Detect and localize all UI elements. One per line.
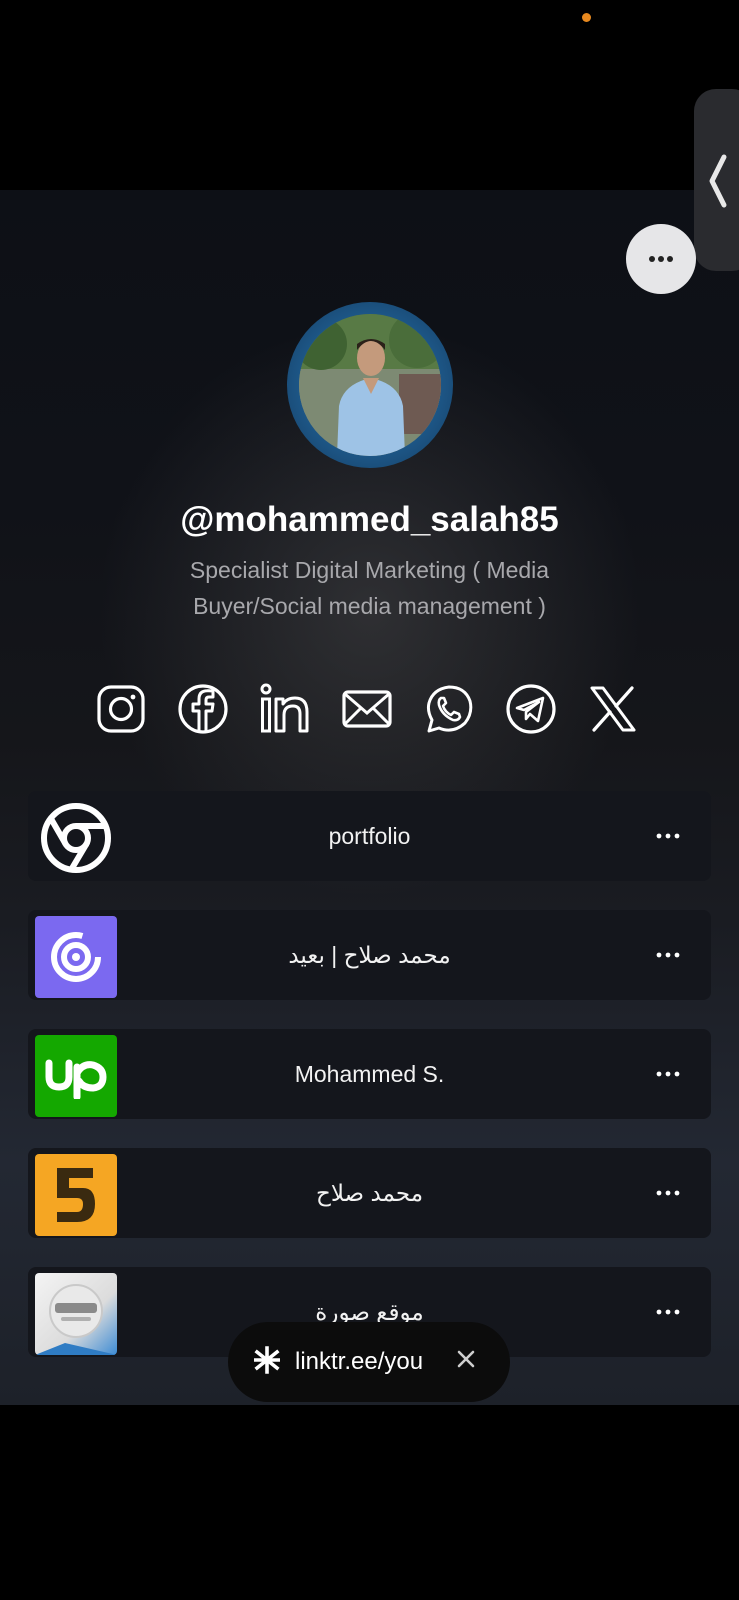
edge-panel-handle[interactable] <box>694 89 739 271</box>
telegram-icon[interactable] <box>505 683 557 735</box>
link-card-portfolio[interactable]: portfolio <box>28 791 711 881</box>
social-icons-row <box>95 683 645 739</box>
x-icon[interactable] <box>587 683 639 735</box>
upwork-icon <box>35 1035 117 1117</box>
link-card-baeed[interactable]: محمد صلاح | بعيد <box>28 910 711 1000</box>
toast-link-text[interactable]: linktr.ee/you <box>295 1348 423 1376</box>
khamsat-icon <box>35 1154 117 1236</box>
link-label: محمد صلاح | بعيد <box>288 942 451 968</box>
email-icon[interactable] <box>341 683 393 735</box>
instagram-icon[interactable] <box>95 683 147 735</box>
more-horizontal-icon[interactable] <box>655 1303 681 1321</box>
sora-icon <box>35 1273 117 1355</box>
linkedin-icon[interactable] <box>259 683 311 735</box>
more-horizontal-icon[interactable] <box>655 827 681 845</box>
status-indicator-dot <box>582 13 591 22</box>
more-horizontal-icon[interactable] <box>655 1065 681 1083</box>
link-label: محمد صلاح <box>315 1180 424 1206</box>
more-horizontal-icon[interactable] <box>655 1184 681 1202</box>
profile-bio: Specialist Digital Marketing ( Media Buy… <box>189 557 550 619</box>
profile-username: @mohammed_salah85 <box>180 500 559 539</box>
link-label: Mohammed S. <box>294 1061 445 1087</box>
linktree-logo-icon <box>254 1346 280 1374</box>
more-horizontal-icon[interactable] <box>655 946 681 964</box>
link-card-khamsat[interactable]: محمد صلاح <box>28 1148 711 1238</box>
avatar-photo <box>299 314 441 456</box>
facebook-icon[interactable] <box>177 683 229 735</box>
close-icon[interactable] <box>456 1349 476 1369</box>
linktree-toast[interactable]: linktr.ee/you <box>228 1322 510 1402</box>
chrome-icon <box>35 797 117 879</box>
chevron-left-icon <box>709 154 727 208</box>
baeed-icon <box>35 916 117 998</box>
whatsapp-icon[interactable] <box>423 683 475 735</box>
link-card-upwork[interactable]: Mohammed S. <box>28 1029 711 1119</box>
more-options-button[interactable] <box>626 224 696 294</box>
more-horizontal-icon <box>649 256 673 262</box>
avatar <box>287 302 453 468</box>
link-label: portfolio <box>328 823 411 849</box>
